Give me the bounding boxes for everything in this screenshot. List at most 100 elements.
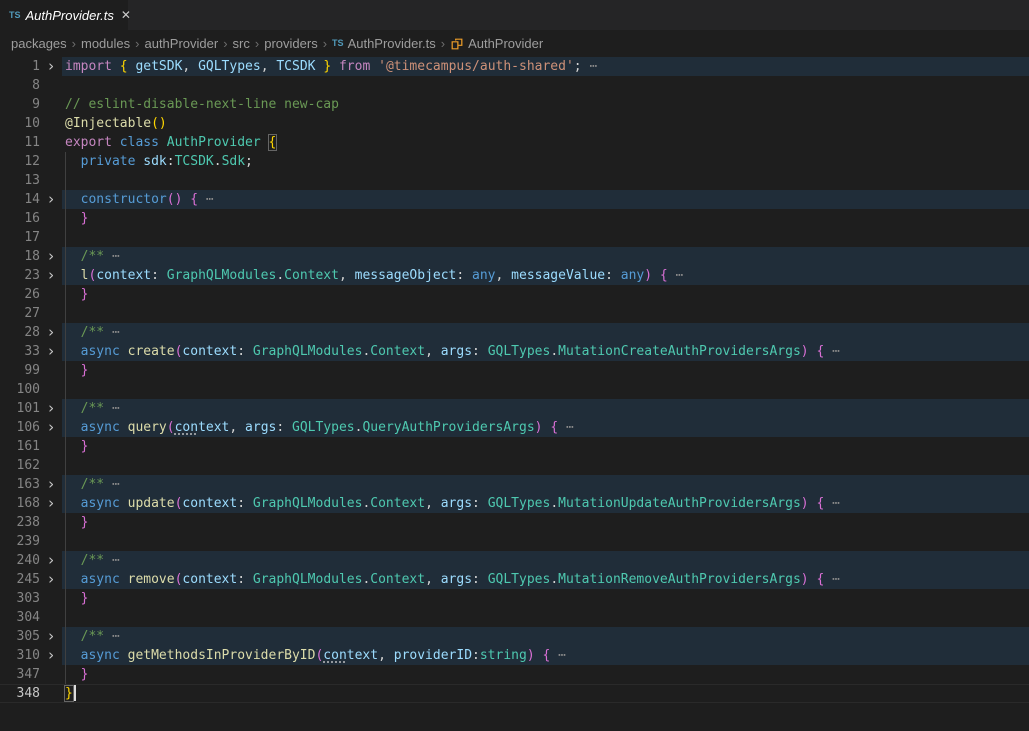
code-line-310[interactable]: 310› async getMethodsInProviderByID(cont… xyxy=(0,646,1029,665)
code-line-16[interactable]: 16 } xyxy=(0,209,1029,228)
line-number[interactable]: 10 xyxy=(0,114,40,133)
code-line-9[interactable]: 9// eslint-disable-next-line new-cap xyxy=(0,95,1029,114)
code-line-26[interactable]: 26 } xyxy=(0,285,1029,304)
code-line-28[interactable]: 28› /** ⋯ xyxy=(0,323,1029,342)
code-line-239[interactable]: 239 xyxy=(0,532,1029,551)
code-line-13[interactable]: 13 xyxy=(0,171,1029,190)
line-number[interactable]: 162 xyxy=(0,456,40,475)
line-number[interactable]: 26 xyxy=(0,285,40,304)
code-line-238[interactable]: 238 } xyxy=(0,513,1029,532)
fold-chevron-icon[interactable]: › xyxy=(40,57,62,76)
fold-chevron-icon[interactable]: › xyxy=(40,266,62,285)
code-line-12[interactable]: 12 private sdk:TCSDK.Sdk; xyxy=(0,152,1029,171)
fold-chevron-icon[interactable]: › xyxy=(40,342,62,361)
breadcrumb-item-authprovider[interactable]: authProvider xyxy=(144,36,218,51)
line-number[interactable]: 14 xyxy=(0,190,40,209)
line-number[interactable]: 17 xyxy=(0,228,40,247)
code-token: ) xyxy=(801,572,809,587)
close-icon[interactable]: ✕ xyxy=(119,8,133,22)
breadcrumb-item-src[interactable]: src xyxy=(233,36,250,51)
line-number[interactable]: 161 xyxy=(0,437,40,456)
tab-authprovider-ts[interactable]: TS AuthProvider.ts ✕ xyxy=(0,0,128,30)
code-line-99[interactable]: 99 } xyxy=(0,361,1029,380)
line-number[interactable]: 238 xyxy=(0,513,40,532)
fold-chevron-icon[interactable]: › xyxy=(40,627,62,646)
code-line-304[interactable]: 304 xyxy=(0,608,1029,627)
line-number[interactable]: 13 xyxy=(0,171,40,190)
line-number[interactable]: 305 xyxy=(0,627,40,646)
code-line-27[interactable]: 27 xyxy=(0,304,1029,323)
fold-chevron-icon[interactable]: › xyxy=(40,190,62,209)
line-number[interactable]: 348 xyxy=(0,684,40,703)
code-line-23[interactable]: 23› l(context: GraphQLModules.Context, m… xyxy=(0,266,1029,285)
code-token: : xyxy=(472,496,488,511)
line-number[interactable]: 12 xyxy=(0,152,40,171)
code-line-240[interactable]: 240› /** ⋯ xyxy=(0,551,1029,570)
breadcrumb-item-providers[interactable]: providers xyxy=(264,36,317,51)
code-token: update xyxy=(128,496,175,511)
line-number[interactable]: 240 xyxy=(0,551,40,570)
line-number[interactable]: 27 xyxy=(0,304,40,323)
code-line-17[interactable]: 17 xyxy=(0,228,1029,247)
line-number[interactable]: 304 xyxy=(0,608,40,627)
code-line-348[interactable]: 348} xyxy=(0,684,1029,703)
code-token: ⋯ xyxy=(582,59,598,74)
line-number[interactable]: 28 xyxy=(0,323,40,342)
code-line-163[interactable]: 163› /** ⋯ xyxy=(0,475,1029,494)
code-token: : xyxy=(237,496,253,511)
fold-chevron-icon[interactable]: › xyxy=(40,551,62,570)
code-line-106[interactable]: 106› async query(context, args: GQLTypes… xyxy=(0,418,1029,437)
fold-chevron-icon[interactable]: › xyxy=(40,418,62,437)
line-number[interactable]: 16 xyxy=(0,209,40,228)
line-number[interactable]: 18 xyxy=(0,247,40,266)
code-line-101[interactable]: 101› /** ⋯ xyxy=(0,399,1029,418)
line-number[interactable]: 168 xyxy=(0,494,40,513)
line-number[interactable]: 8 xyxy=(0,76,40,95)
code-line-161[interactable]: 161 } xyxy=(0,437,1029,456)
line-number[interactable]: 303 xyxy=(0,589,40,608)
line-number[interactable]: 11 xyxy=(0,133,40,152)
fold-chevron-icon[interactable]: › xyxy=(40,475,62,494)
code-line-1[interactable]: 1›import { getSDK, GQLTypes, TCSDK } fro… xyxy=(0,57,1029,76)
line-number[interactable]: 106 xyxy=(0,418,40,437)
line-number[interactable]: 1 xyxy=(0,57,40,76)
line-number[interactable]: 100 xyxy=(0,380,40,399)
code-line-14[interactable]: 14› constructor() { ⋯ xyxy=(0,190,1029,209)
breadcrumb-item-packages[interactable]: packages xyxy=(11,36,67,51)
breadcrumb-item-authprovider-ts[interactable]: TSAuthProvider.ts xyxy=(332,36,436,51)
code-line-100[interactable]: 100 xyxy=(0,380,1029,399)
fold-chevron-icon[interactable]: › xyxy=(40,646,62,665)
code-line-347[interactable]: 347 } xyxy=(0,665,1029,684)
code-line-303[interactable]: 303 } xyxy=(0,589,1029,608)
line-number[interactable]: 33 xyxy=(0,342,40,361)
line-number[interactable]: 23 xyxy=(0,266,40,285)
code-line-33[interactable]: 33› async create(context: GraphQLModules… xyxy=(0,342,1029,361)
code-token: import xyxy=(65,59,112,74)
fold-chevron-icon[interactable]: › xyxy=(40,570,62,589)
fold-chevron-icon[interactable]: › xyxy=(40,399,62,418)
code-line-8[interactable]: 8 xyxy=(0,76,1029,95)
code-line-305[interactable]: 305› /** ⋯ xyxy=(0,627,1029,646)
gutter: 240› xyxy=(0,551,62,570)
fold-chevron-icon[interactable]: › xyxy=(40,494,62,513)
line-number[interactable]: 245 xyxy=(0,570,40,589)
line-number[interactable]: 347 xyxy=(0,665,40,684)
breadcrumb-item-modules[interactable]: modules xyxy=(81,36,130,51)
line-number[interactable]: 9 xyxy=(0,95,40,114)
line-number[interactable]: 310 xyxy=(0,646,40,665)
fold-chevron-icon[interactable]: › xyxy=(40,323,62,342)
code-line-162[interactable]: 162 xyxy=(0,456,1029,475)
gutter: 9 xyxy=(0,95,62,114)
line-number[interactable]: 101 xyxy=(0,399,40,418)
code-line-168[interactable]: 168› async update(context: GraphQLModule… xyxy=(0,494,1029,513)
code-area: 1›import { getSDK, GQLTypes, TCSDK } fro… xyxy=(0,57,1029,731)
breadcrumb-item-authprovider[interactable]: AuthProvider xyxy=(450,36,543,51)
code-line-11[interactable]: 11export class AuthProvider { xyxy=(0,133,1029,152)
code-line-245[interactable]: 245› async remove(context: GraphQLModule… xyxy=(0,570,1029,589)
code-line-18[interactable]: 18› /** ⋯ xyxy=(0,247,1029,266)
line-number[interactable]: 99 xyxy=(0,361,40,380)
line-number[interactable]: 163 xyxy=(0,475,40,494)
fold-chevron-icon[interactable]: › xyxy=(40,247,62,266)
line-number[interactable]: 239 xyxy=(0,532,40,551)
code-line-10[interactable]: 10@Injectable() xyxy=(0,114,1029,133)
